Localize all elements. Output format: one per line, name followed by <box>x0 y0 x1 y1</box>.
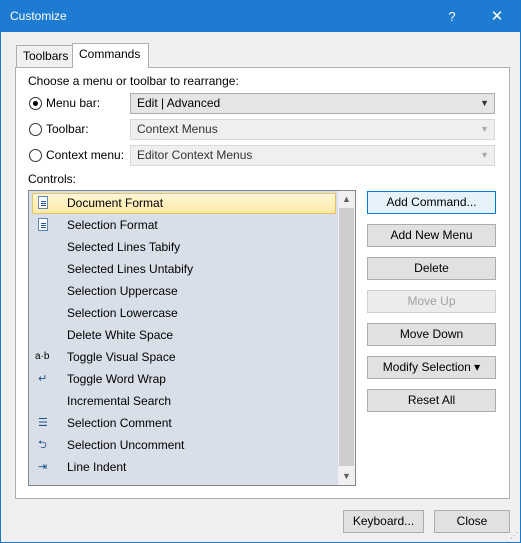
chevron-down-icon: ▼ <box>480 124 489 134</box>
customize-dialog: Customize ? ✕ Toolbars Commands Choose a… <box>0 0 521 543</box>
keyboard-button[interactable]: Keyboard... <box>343 510 424 533</box>
toolbar-label: Toolbar: <box>46 122 89 136</box>
add-command-button[interactable]: Add Command... <box>367 191 496 214</box>
selection-format-icon <box>38 218 48 231</box>
menu-bar-select-value: Edit | Advanced <box>137 96 221 110</box>
add-new-menu-button[interactable]: Add New Menu <box>367 224 496 247</box>
list-item-label: Document Format <box>67 196 164 210</box>
list-item[interactable]: ⇥ Line Indent <box>29 456 339 478</box>
controls-scrollbar[interactable]: ▲ ▼ <box>338 191 355 485</box>
rearrange-label: Choose a menu or toolbar to rearrange: <box>28 74 239 88</box>
list-item[interactable]: Selected Lines Untabify <box>29 258 339 280</box>
list-item[interactable]: Delete White Space <box>29 324 339 346</box>
toolbar-radio[interactable] <box>29 123 42 136</box>
menu-bar-radio[interactable] <box>29 97 42 110</box>
list-item-label: Delete White Space <box>67 328 174 342</box>
context-menu-radio[interactable] <box>29 149 42 162</box>
list-item-label: Selected Lines Untabify <box>67 262 194 276</box>
list-item[interactable]: Incremental Search <box>29 390 339 412</box>
list-item-label: Line Indent <box>67 460 127 474</box>
list-item-label: Selection Format <box>67 218 158 232</box>
chevron-down-icon: ▼ <box>480 150 489 160</box>
visual-space-icon: a·b <box>35 351 50 362</box>
list-item[interactable]: a·b Toggle Visual Space <box>29 346 339 368</box>
tab-commands[interactable]: Commands <box>72 43 149 68</box>
modify-selection-button[interactable]: Modify Selection ▾ <box>367 356 496 379</box>
help-button[interactable]: ? <box>429 1 475 32</box>
list-item-label: Toggle Word Wrap <box>67 372 166 386</box>
document-format-icon <box>38 196 48 209</box>
close-button[interactable]: Close <box>434 510 510 533</box>
close-window-button[interactable]: ✕ <box>474 1 520 32</box>
move-down-button[interactable]: Move Down <box>367 323 496 346</box>
toolbar-select[interactable]: Context Menus ▼ <box>130 119 495 140</box>
list-item[interactable]: ⮌ Selection Uncomment <box>29 434 339 456</box>
context-menu-select[interactable]: Editor Context Menus ▼ <box>130 145 495 166</box>
controls-list[interactable]: Document Format Selection Format Selected … <box>28 190 356 486</box>
comment-icon: ☰ <box>38 417 48 429</box>
menu-bar-select[interactable]: Edit | Advanced ▼ <box>130 93 495 114</box>
tab-toolbars[interactable]: Toolbars <box>16 45 73 67</box>
resize-grip-icon[interactable]: ⋰ <box>510 531 518 540</box>
delete-button[interactable]: Delete <box>367 257 496 280</box>
context-menu-label: Context menu: <box>46 148 125 162</box>
toolbar-select-value: Context Menus <box>137 122 218 136</box>
controls-label: Controls: <box>28 172 77 186</box>
list-item[interactable]: Selection Format <box>29 214 339 236</box>
list-item-label: Selected Lines Tabify <box>67 240 181 254</box>
word-wrap-icon: ↵ <box>38 373 48 385</box>
list-item[interactable]: Document Format <box>32 193 336 214</box>
list-item-label: Selection Uncomment <box>67 438 185 452</box>
list-item[interactable]: ↵ Toggle Word Wrap <box>29 368 339 390</box>
controls-items: Document Format Selection Format Selected … <box>29 191 339 478</box>
list-item-label: Toggle Visual Space <box>67 350 176 364</box>
indent-icon: ⇥ <box>38 461 48 473</box>
list-item-label: Selection Uppercase <box>67 284 178 298</box>
window-title: Customize <box>10 9 67 23</box>
reset-all-button[interactable]: Reset All <box>367 389 496 412</box>
list-item[interactable]: Selection Lowercase <box>29 302 339 324</box>
list-item[interactable]: Selection Uppercase <box>29 280 339 302</box>
context-menu-select-value: Editor Context Menus <box>137 148 253 162</box>
list-item[interactable]: Selected Lines Tabify <box>29 236 339 258</box>
scroll-down-icon[interactable]: ▼ <box>338 468 355 485</box>
scroll-thumb[interactable] <box>339 208 354 466</box>
menu-bar-label: Menu bar: <box>46 96 101 110</box>
move-up-button[interactable]: Move Up <box>367 290 496 313</box>
list-item-label: Selection Lowercase <box>67 306 178 320</box>
title-bar: Customize ? ✕ <box>1 1 520 32</box>
chevron-down-icon: ▼ <box>480 98 489 108</box>
uncomment-icon: ⮌ <box>38 439 47 451</box>
list-item[interactable]: ☰ Selection Comment <box>29 412 339 434</box>
list-item-label: Selection Comment <box>67 416 172 430</box>
list-item-label: Incremental Search <box>67 394 172 408</box>
scroll-up-icon[interactable]: ▲ <box>338 191 355 208</box>
